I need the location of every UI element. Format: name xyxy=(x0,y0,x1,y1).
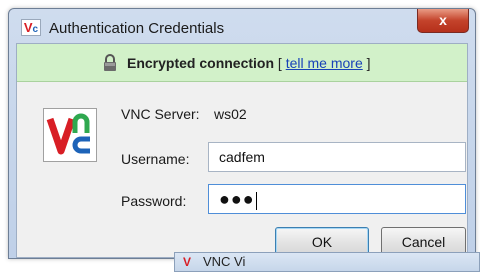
server-label: VNC Server: xyxy=(121,106,200,122)
encryption-status-text: Encrypted connection xyxy=(127,55,275,71)
close-button[interactable]: x xyxy=(417,9,469,33)
dialog-body: Encrypted connection [ tell me more ] VN… xyxy=(16,43,468,258)
vnc-logo xyxy=(43,108,97,162)
bracket-close: ] xyxy=(366,55,371,71)
title-bar[interactable]: Vc Authentication Credentials x xyxy=(9,9,475,43)
username-label: Username: xyxy=(121,151,190,167)
password-label: Password: xyxy=(121,193,187,209)
auth-dialog: Vc Authentication Credentials x Encrypte… xyxy=(8,8,476,259)
background-vnc-viewer-window[interactable]: V VNC Vi xyxy=(174,252,480,272)
encryption-banner: Encrypted connection [ tell me more ] xyxy=(17,44,467,82)
vnc-icon: Vc xyxy=(21,19,41,36)
server-value: ws02 xyxy=(214,106,247,122)
lock-icon xyxy=(104,54,116,71)
bracket-open: [ xyxy=(277,55,282,71)
username-field[interactable]: cadfem xyxy=(208,142,466,172)
password-field[interactable]: ●●● xyxy=(208,184,466,214)
password-mask: ●●● xyxy=(219,189,255,209)
tell-me-more-link[interactable]: tell me more xyxy=(286,55,363,71)
window-title: Authentication Credentials xyxy=(49,20,225,37)
text-caret xyxy=(255,192,257,211)
